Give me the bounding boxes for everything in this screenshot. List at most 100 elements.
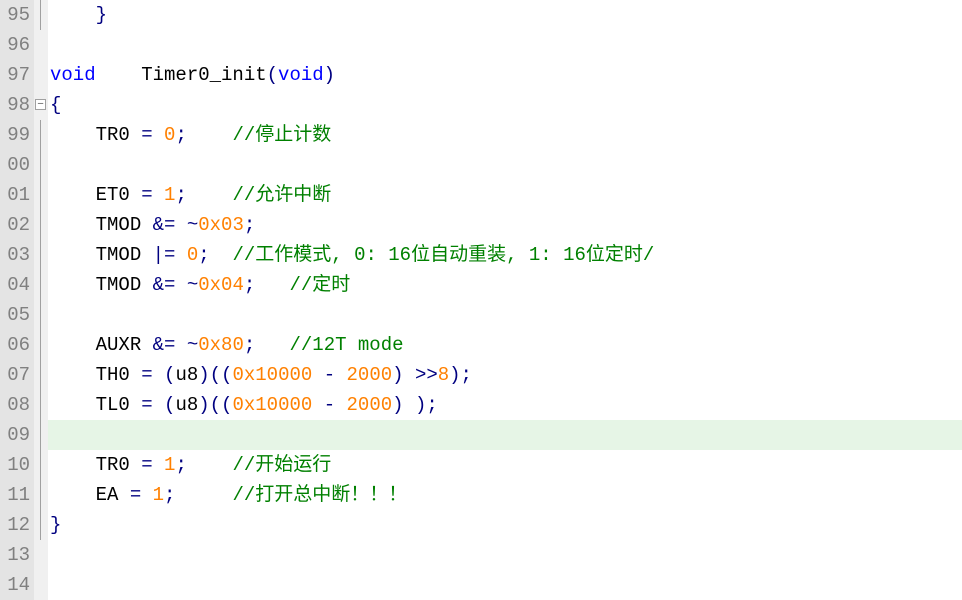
token: (: [267, 64, 278, 86]
line-number: 02: [0, 210, 30, 240]
token: &=: [153, 274, 176, 296]
token: [153, 364, 164, 386]
token: 0: [187, 244, 198, 266]
token: 0: [164, 124, 175, 146]
token: 2000: [347, 394, 393, 416]
token: TMOD: [96, 214, 153, 236]
token: (: [164, 394, 175, 416]
token: 8: [438, 364, 449, 386]
token: //停止计数: [232, 124, 331, 146]
token: [153, 124, 164, 146]
token: EA: [96, 484, 130, 506]
token: =: [141, 364, 152, 386]
token: //允许中断: [232, 184, 331, 206]
token: TR0: [96, 454, 142, 476]
token: AUXR: [96, 334, 153, 356]
line-number: 00: [0, 150, 30, 180]
line-number: 13: [0, 540, 30, 570]
token: TR0: [96, 124, 142, 146]
token: [404, 394, 415, 416]
token: =: [141, 394, 152, 416]
code-line[interactable]: [48, 150, 962, 180]
line-number: 09: [0, 420, 30, 450]
token: 1: [153, 484, 164, 506]
line-number: 06: [0, 330, 30, 360]
token: [255, 334, 289, 356]
token: u8: [175, 394, 198, 416]
line-number: 03: [0, 240, 30, 270]
line-number: 05: [0, 300, 30, 330]
fold-toggle-icon[interactable]: −: [35, 99, 46, 110]
code-line[interactable]: [48, 300, 962, 330]
token: Timer0_init: [141, 64, 266, 86]
token: [175, 244, 186, 266]
token: [187, 454, 233, 476]
code-area[interactable]: } void Timer0_init(void){ TR0 = 0; //停止计数…: [48, 0, 962, 600]
line-number-gutter: 9596979899000102030405060708091011121314: [0, 0, 34, 600]
token: 1: [164, 454, 175, 476]
token: //定时: [289, 274, 350, 296]
token: [187, 124, 233, 146]
token: [187, 184, 233, 206]
code-line[interactable]: [48, 420, 962, 450]
token: [312, 394, 323, 416]
line-number: 14: [0, 570, 30, 600]
token: [175, 334, 186, 356]
code-line[interactable]: EA = 1; //打开总中断！！！: [48, 480, 962, 510]
code-line[interactable]: [48, 570, 962, 600]
token: =: [141, 184, 152, 206]
token: ;: [175, 184, 186, 206]
token: ): [392, 394, 403, 416]
code-line[interactable]: }: [48, 0, 962, 30]
token: |=: [153, 244, 176, 266]
line-number: 95: [0, 0, 30, 30]
code-line[interactable]: }: [48, 510, 962, 540]
line-number: 97: [0, 60, 30, 90]
token: );: [415, 394, 438, 416]
token: [141, 484, 152, 506]
code-line[interactable]: AUXR &= ~0x80; //12T mode: [48, 330, 962, 360]
token: TL0: [96, 394, 142, 416]
code-line[interactable]: TR0 = 1; //开始运行: [48, 450, 962, 480]
token: >>: [415, 364, 438, 386]
token: 0x03: [198, 214, 244, 236]
code-line[interactable]: TL0 = (u8)((0x10000 - 2000) );: [48, 390, 962, 420]
token: ~: [187, 334, 198, 356]
fold-guide-line: [40, 0, 41, 30]
token: //12T mode: [289, 334, 403, 356]
token: )((: [198, 364, 232, 386]
token: [175, 274, 186, 296]
line-number: 07: [0, 360, 30, 390]
token: 1: [164, 184, 175, 206]
token: ;: [244, 214, 255, 236]
code-line[interactable]: void Timer0_init(void): [48, 60, 962, 90]
line-number: 10: [0, 450, 30, 480]
token: u8: [175, 364, 198, 386]
token: )((: [198, 394, 232, 416]
token: //工作模式, 0: 16位自动重装, 1: 16位定时/: [232, 244, 654, 266]
code-line[interactable]: {: [48, 90, 962, 120]
code-line[interactable]: [48, 540, 962, 570]
token: );: [449, 364, 472, 386]
token: [153, 454, 164, 476]
token: ): [392, 364, 403, 386]
token: [335, 364, 346, 386]
token: 0x10000: [232, 394, 312, 416]
code-line[interactable]: [48, 30, 962, 60]
code-editor[interactable]: 9596979899000102030405060708091011121314…: [0, 0, 962, 600]
code-line[interactable]: TMOD &= ~0x03;: [48, 210, 962, 240]
token: (: [164, 364, 175, 386]
token: [96, 64, 142, 86]
token: ;: [175, 124, 186, 146]
token: ;: [198, 244, 209, 266]
token: -: [324, 364, 335, 386]
token: TH0: [96, 364, 142, 386]
code-line[interactable]: TR0 = 0; //停止计数: [48, 120, 962, 150]
code-line[interactable]: TMOD |= 0; //工作模式, 0: 16位自动重装, 1: 16位定时/: [48, 240, 962, 270]
code-line[interactable]: ET0 = 1; //允许中断: [48, 180, 962, 210]
token: //开始运行: [232, 454, 331, 476]
code-line[interactable]: TH0 = (u8)((0x10000 - 2000) >>8);: [48, 360, 962, 390]
code-line[interactable]: TMOD &= ~0x04; //定时: [48, 270, 962, 300]
line-number: 01: [0, 180, 30, 210]
token: [255, 274, 289, 296]
